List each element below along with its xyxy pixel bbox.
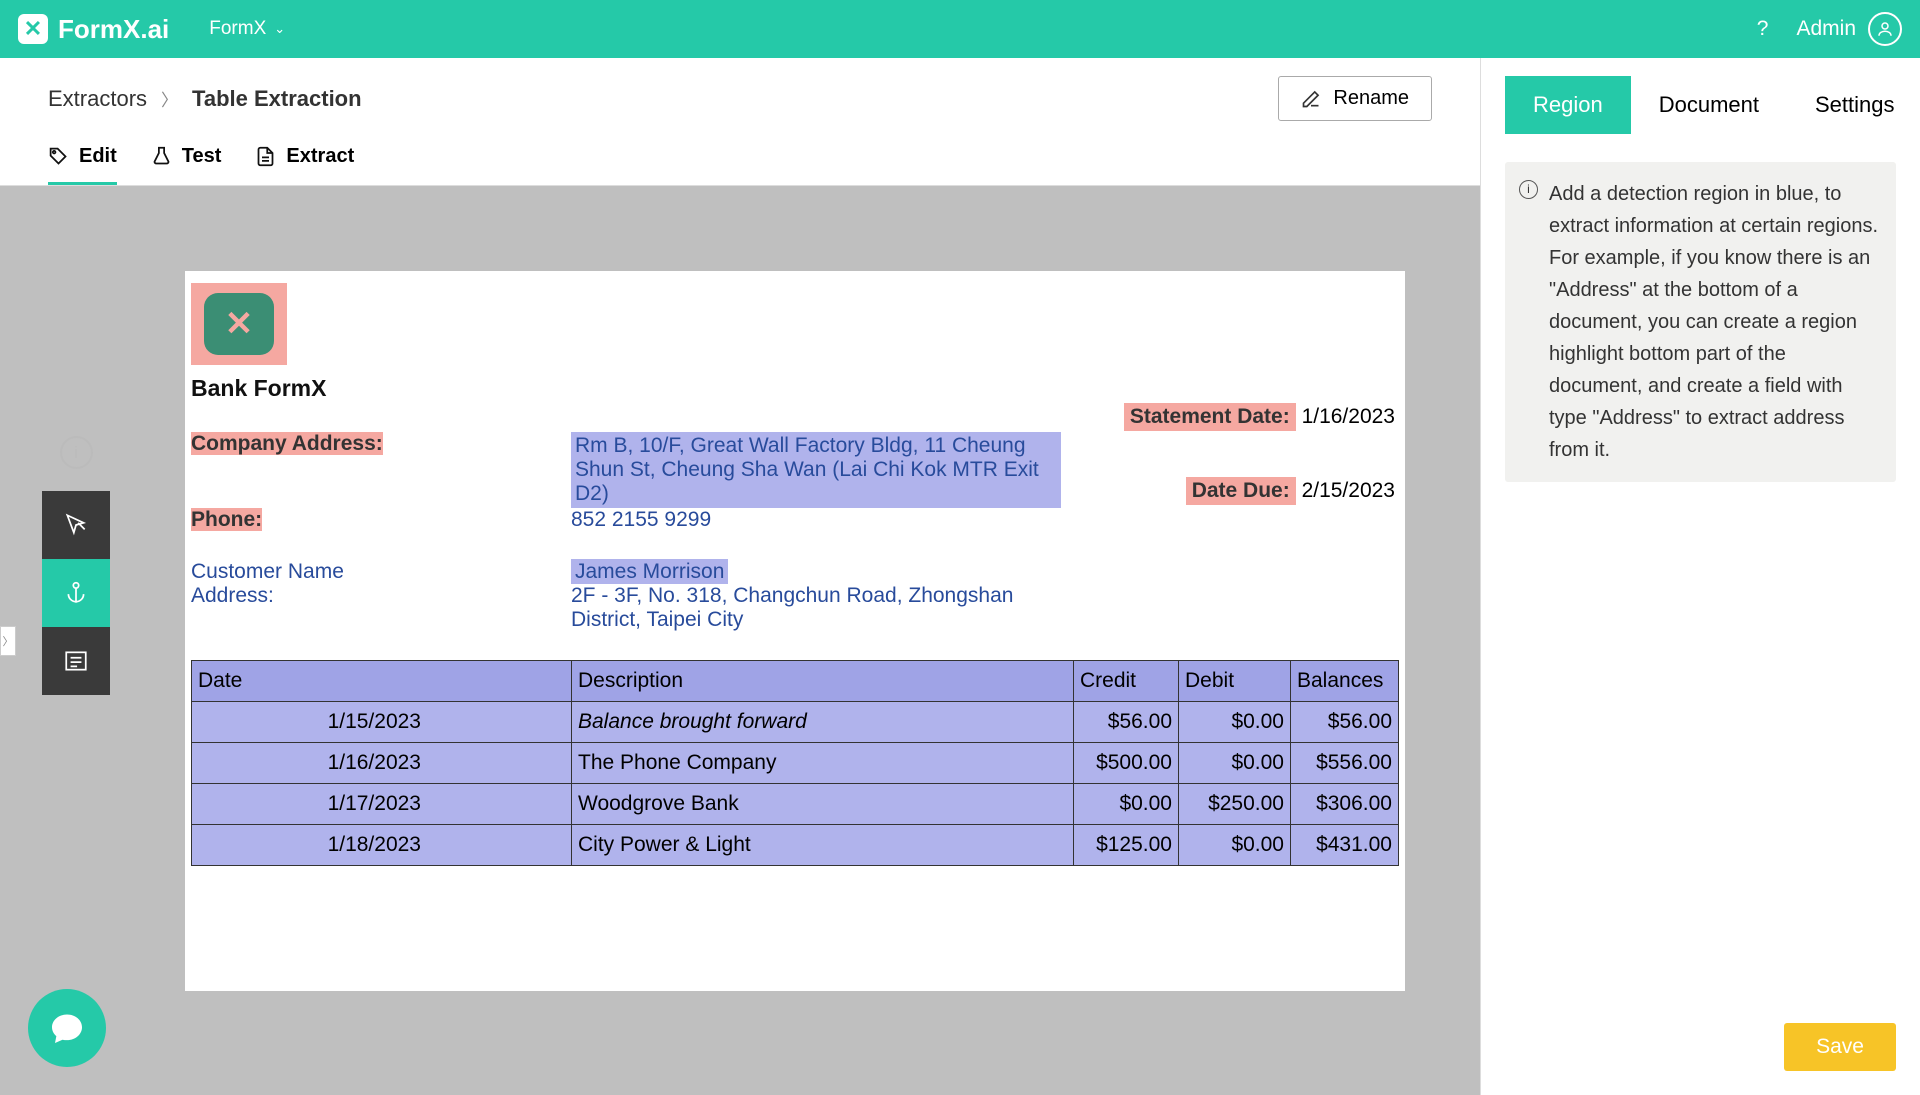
table-row: 1/16/2023The Phone Company$500.00$0.00$5…: [192, 743, 1399, 784]
breadcrumb-current: Table Extraction: [192, 86, 362, 112]
table-row: 1/18/2023City Power & Light$125.00$0.00$…: [192, 825, 1399, 866]
value-statement-date: 1/16/2023: [1302, 405, 1395, 428]
top-bar: ✕ FormX.ai FormX ⌄ ? Admin: [0, 0, 1920, 58]
tool-cursor[interactable]: [42, 491, 110, 559]
rp-tab-settings[interactable]: Settings: [1787, 76, 1920, 134]
doc-logo-icon: ✕: [204, 293, 274, 355]
label-date-due: Date Due:: [1186, 477, 1296, 505]
rp-tab-document[interactable]: Document: [1631, 76, 1787, 134]
tag-icon: [48, 146, 69, 167]
info-circle-icon: i: [1519, 180, 1538, 199]
expand-sidebar-handle[interactable]: 〉: [0, 626, 16, 656]
th-credit: Credit: [1074, 661, 1179, 702]
rename-button[interactable]: Rename: [1278, 76, 1432, 121]
rp-tab-region[interactable]: Region: [1505, 76, 1631, 134]
chevron-down-icon: ⌄: [274, 21, 285, 37]
breadcrumb: Extractors 〉 Table Extraction: [48, 86, 362, 112]
value-customer-address: 2F - 3F, No. 318, Changchun Road, Zhongs…: [571, 584, 1061, 632]
chat-icon: [49, 1010, 85, 1046]
chevron-right-icon: 〉: [161, 86, 178, 111]
value-company-address: Rm B, 10/F, Great Wall Factory Bldg, 11 …: [571, 432, 1061, 508]
app-dropdown[interactable]: FormX ⌄: [209, 18, 285, 40]
tab-extract[interactable]: Extract: [255, 145, 354, 185]
th-debit: Debit: [1179, 661, 1291, 702]
transactions-table: Date Description Credit Debit Balances 1…: [191, 660, 1399, 866]
th-balances: Balances: [1291, 661, 1399, 702]
brand-logo: ✕ FormX.ai: [18, 14, 169, 45]
doc-logo-region: ✕: [191, 283, 287, 365]
admin-label: Admin: [1796, 17, 1856, 41]
help-button[interactable]: ?: [1757, 17, 1769, 41]
anchor-icon: [63, 580, 89, 606]
breadcrumb-root[interactable]: Extractors: [48, 86, 147, 112]
editor-tabs: Edit Test Extract: [0, 121, 1480, 186]
tool-anchor[interactable]: [42, 559, 110, 627]
label-customer-name: Customer Name: [191, 560, 571, 584]
th-description: Description: [572, 661, 1074, 702]
label-customer-address: Address:: [191, 584, 571, 632]
value-phone: 852 2155 9299: [571, 508, 1061, 532]
brand-text: FormX.ai: [58, 14, 169, 45]
app-dropdown-label: FormX: [209, 18, 266, 40]
user-avatar-icon: [1868, 12, 1902, 46]
th-date: Date: [192, 661, 572, 702]
chat-fab[interactable]: [28, 989, 106, 1067]
value-date-due: 2/15/2023: [1302, 479, 1395, 502]
document-icon: [255, 146, 276, 167]
label-statement-date: Statement Date:: [1124, 403, 1296, 431]
info-icon[interactable]: i: [60, 436, 93, 469]
table-row: 1/17/2023Woodgrove Bank$0.00$250.00$306.…: [192, 784, 1399, 825]
text-region-icon: [63, 648, 89, 674]
canvas-area: 〉 i ✕ Bank FormX Statement: [0, 186, 1480, 1095]
save-button[interactable]: Save: [1784, 1023, 1896, 1071]
cursor-icon: [63, 512, 89, 538]
label-phone: Phone:: [191, 508, 262, 531]
tab-edit[interactable]: Edit: [48, 145, 117, 185]
document-preview[interactable]: ✕ Bank FormX Statement Date: 1/16/2023 D…: [185, 271, 1405, 991]
info-text: Add a detection region in blue, to extra…: [1549, 183, 1878, 461]
admin-menu[interactable]: Admin: [1796, 12, 1902, 46]
edit-icon: [1301, 89, 1321, 109]
flask-icon: [151, 146, 172, 167]
tool-text-region[interactable]: [42, 627, 110, 695]
info-box: i Add a detection region in blue, to ext…: [1505, 162, 1896, 482]
logo-mark-icon: ✕: [18, 14, 48, 44]
tab-test[interactable]: Test: [151, 145, 222, 185]
right-panel: Region Document Settings i Add a detecti…: [1480, 58, 1920, 1095]
table-row: 1/15/2023Balance brought forward$56.00$0…: [192, 702, 1399, 743]
doc-bank-name: Bank FormX: [191, 375, 1399, 402]
label-company-address: Company Address:: [191, 432, 383, 455]
value-customer-name: James Morrison: [571, 559, 728, 584]
